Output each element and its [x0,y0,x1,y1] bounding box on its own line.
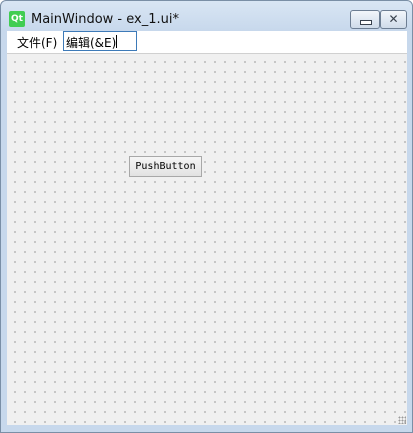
text-caret [116,35,117,48]
push-button[interactable]: PushButton [129,156,202,177]
menu-file[interactable]: 文件(F) [17,34,57,51]
close-icon: ✕ [388,12,399,26]
form-canvas[interactable]: PushButton [7,53,407,425]
qt-logo-icon: Qt [9,11,25,27]
window-title: MainWindow - ex_1.ui* [31,12,179,27]
minimize-button[interactable] [350,10,380,29]
menu-edit-inline-editor[interactable]: 编辑(&E) [63,31,137,51]
title-bar[interactable]: Qt MainWindow - ex_1.ui* ✕ [1,1,412,31]
resize-grip-icon[interactable] [398,416,406,424]
menu-bar: 文件(F) 编辑(&E) [7,31,407,53]
close-button[interactable]: ✕ [380,10,407,29]
menu-edit-text[interactable]: 编辑(&E) [66,34,116,51]
main-window: Qt MainWindow - ex_1.ui* ✕ 文件(F) 编辑(&E) … [0,0,413,433]
